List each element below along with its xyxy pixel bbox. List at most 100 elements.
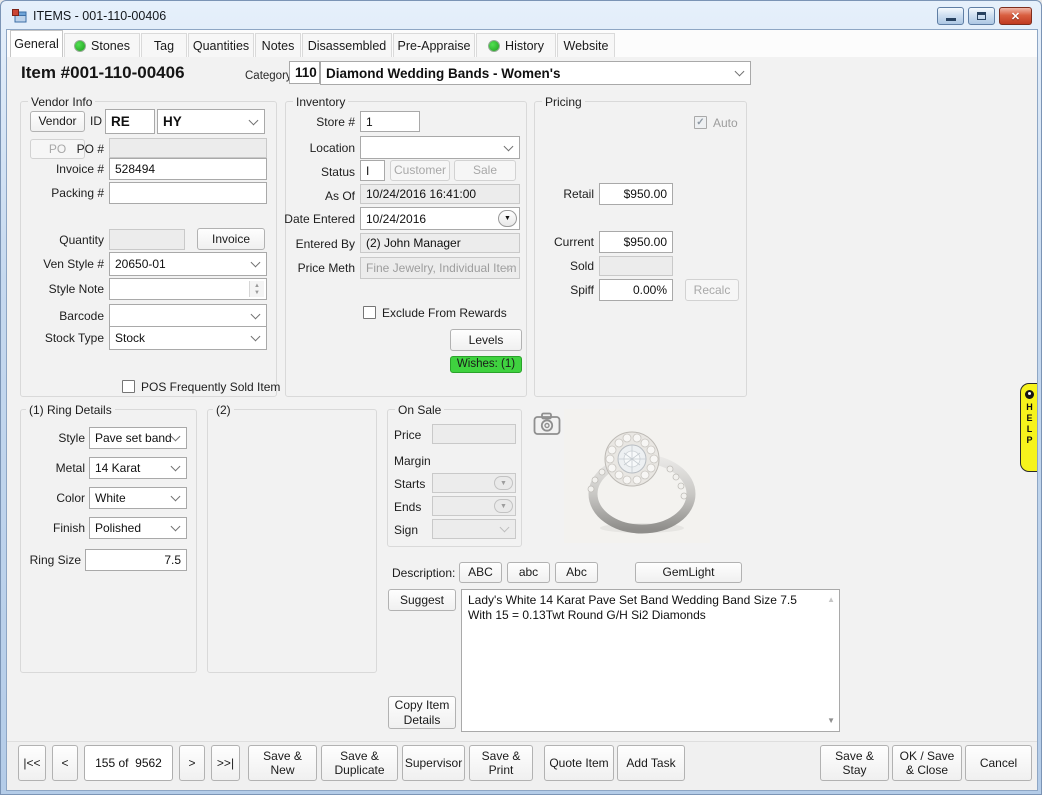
invoice-number-field[interactable]: 528494 (109, 158, 267, 180)
metal-value: 14 Karat (95, 461, 140, 475)
camera-icon[interactable] (533, 411, 561, 437)
nav-first-button[interactable]: |<< (18, 745, 46, 781)
calendar-dropdown-button[interactable]: ▼ (494, 476, 513, 490)
gemlight-button[interactable]: GemLight (635, 562, 742, 583)
copy-item-details-button[interactable]: Copy Item Details (388, 696, 456, 729)
help-eye-icon (1025, 390, 1034, 399)
spinner-control[interactable]: ▲ ▼ (249, 281, 264, 297)
starts-field[interactable]: ▼ (432, 473, 516, 493)
minimize-button[interactable] (937, 7, 964, 25)
add-task-button[interactable]: Add Task (617, 745, 685, 781)
ends-field[interactable]: ▼ (432, 496, 516, 516)
tab-stones[interactable]: Stones (64, 33, 140, 57)
tab-notes[interactable]: Notes (255, 33, 301, 57)
sale-price-field[interactable] (432, 424, 516, 444)
date-entered-field[interactable]: 10/24/2016 ▼ (360, 207, 520, 230)
finish-select[interactable]: Polished (89, 517, 187, 539)
po-number-field[interactable] (109, 138, 267, 158)
sale-button[interactable]: Sale (454, 160, 516, 181)
tab-website[interactable]: Website (557, 33, 615, 57)
color-select[interactable]: White (89, 487, 187, 509)
auto-checkbox[interactable]: ✓ (694, 116, 707, 129)
levels-button[interactable]: Levels (450, 329, 522, 351)
category-select[interactable]: Diamond Wedding Bands - Women's (320, 61, 751, 85)
dropdown-arrow-icon: ▼ (504, 215, 511, 222)
save-and-new-button[interactable]: Save & New (248, 745, 317, 781)
quantity-field[interactable] (109, 229, 185, 250)
nav-last-button[interactable]: >>| (211, 745, 240, 781)
style-select[interactable]: Pave set band (89, 427, 187, 449)
tab-tag[interactable]: Tag (141, 33, 187, 57)
green-status-dot (74, 40, 86, 52)
maximize-button[interactable] (968, 7, 995, 25)
scroll-up-icon[interactable]: ▲ (827, 596, 835, 604)
stock-type-value: Stock (115, 331, 145, 345)
entered-by-field: (2) John Manager (360, 233, 520, 253)
save-and-print-button[interactable]: Save & Print (469, 745, 533, 781)
calendar-dropdown-button[interactable]: ▼ (494, 499, 513, 513)
style-note-label: Style Note (9, 282, 104, 296)
tab-label: Tag (154, 39, 174, 53)
stock-type-select[interactable]: Stock (109, 326, 267, 350)
cancel-button[interactable]: Cancel (965, 745, 1032, 781)
store-number-field[interactable]: 1 (360, 111, 420, 132)
save-and-duplicate-button[interactable]: Save & Duplicate (321, 745, 398, 781)
current-field[interactable]: $950.00 (599, 231, 673, 253)
nav-prev-button[interactable]: < (52, 745, 78, 781)
vendor-info-group-label: Vendor Info (28, 95, 95, 109)
vendor-name-select[interactable]: HY (157, 109, 265, 134)
record-position-field[interactable]: 155 of 9562 (84, 745, 173, 781)
price-method-select[interactable]: Fine Jewelry, Individual Item (360, 257, 520, 279)
exclude-rewards-checkbox[interactable] (363, 306, 376, 319)
location-select[interactable] (360, 136, 520, 159)
finish-value: Polished (95, 521, 141, 535)
sold-field (599, 256, 673, 276)
tab-history[interactable]: History (476, 33, 556, 57)
date-entered-label: Date Entered (262, 212, 355, 226)
uppercase-button[interactable]: ABC (459, 562, 502, 583)
retail-field[interactable]: $950.00 (599, 183, 673, 205)
sign-select[interactable] (432, 519, 516, 539)
description-textarea[interactable]: Lady's White 14 Karat Pave Set Band Wedd… (461, 589, 840, 732)
tab-label: General (14, 37, 58, 51)
style-note-field[interactable]: ▲ ▼ (109, 278, 267, 300)
titlecase-button[interactable]: Abc (555, 562, 598, 583)
ok-save-close-button[interactable]: OK / Save & Close (892, 745, 962, 781)
wishes-button[interactable]: Wishes: (1) (450, 356, 522, 373)
tab-general[interactable]: General (10, 30, 63, 57)
ring-photo[interactable] (564, 409, 710, 543)
tab-pre-appraise[interactable]: Pre-Appraise (393, 33, 475, 57)
invoice-button[interactable]: Invoice (197, 228, 265, 250)
tab-disassembled[interactable]: Disassembled (302, 33, 392, 57)
spiff-field[interactable]: 0.00% (599, 279, 673, 301)
packing-number-field[interactable] (109, 182, 267, 204)
save-and-stay-button[interactable]: Save & Stay (820, 745, 889, 781)
tab-label: Pre-Appraise (398, 39, 471, 53)
barcode-select[interactable] (109, 304, 267, 328)
customer-button[interactable]: Customer (390, 160, 450, 181)
vendor-style-select[interactable]: 20650-01 (109, 252, 267, 276)
category-code-field[interactable]: 110 (289, 61, 320, 84)
recalc-button[interactable]: Recalc (685, 279, 739, 301)
chevron-down-icon (251, 310, 261, 320)
quote-item-button[interactable]: Quote Item (544, 745, 614, 781)
suggest-button[interactable]: Suggest (388, 589, 456, 611)
window-client-area: General Stones Tag Quantities Notes Disa… (6, 29, 1038, 791)
close-button[interactable]: ✕ (999, 7, 1032, 25)
help-tab[interactable]: HELP (1020, 383, 1037, 472)
ring-size-field[interactable]: 7.5 (85, 549, 187, 571)
supervisor-button[interactable]: Supervisor (402, 745, 465, 781)
nav-next-button[interactable]: > (179, 745, 205, 781)
lowercase-button[interactable]: abc (507, 562, 550, 583)
scroll-down-icon[interactable]: ▼ (827, 717, 835, 725)
calendar-dropdown-button[interactable]: ▼ (498, 210, 517, 227)
tab-label: Website (564, 39, 609, 53)
green-status-dot (488, 40, 500, 52)
pos-frequently-sold-checkbox[interactable] (122, 380, 135, 393)
tab-quantities[interactable]: Quantities (188, 33, 254, 57)
status-field[interactable]: I (360, 160, 385, 181)
barcode-label: Barcode (9, 309, 104, 323)
pos-frequently-sold-label: POS Frequently Sold Item (141, 380, 280, 394)
vendor-id-field[interactable]: RE (105, 109, 155, 134)
metal-select[interactable]: 14 Karat (89, 457, 187, 479)
